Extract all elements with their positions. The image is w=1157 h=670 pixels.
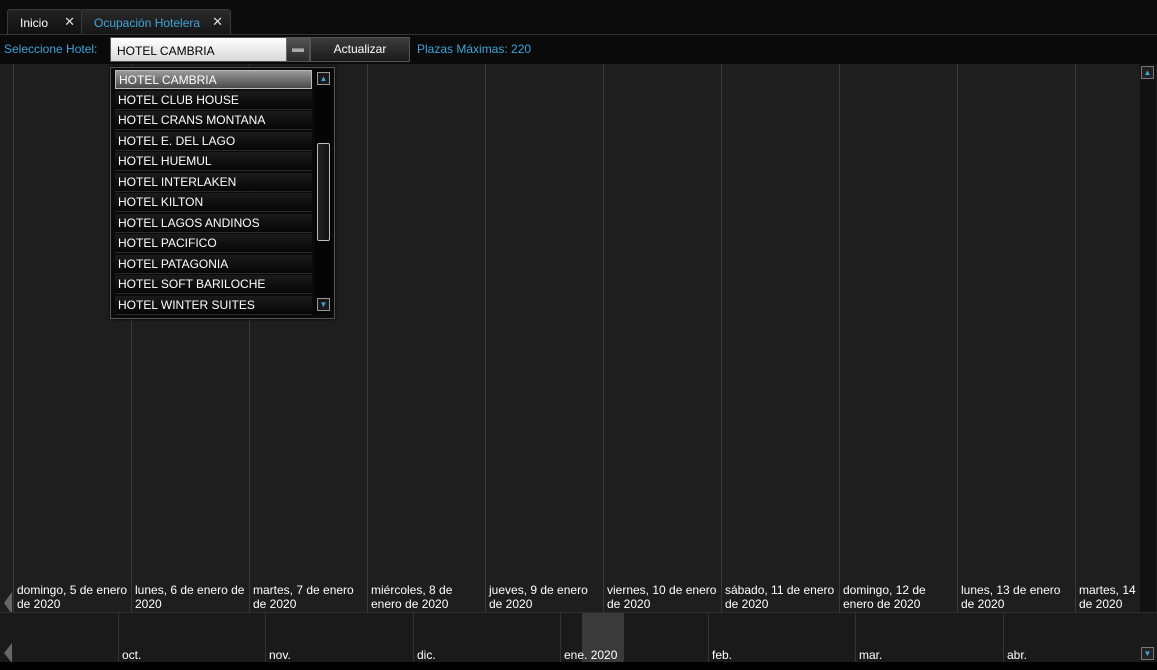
dropdown-scrollbar[interactable]: ▲ ▼ [315,70,332,314]
dropdown-item[interactable]: HOTEL LAGOS ANDINOS [115,214,312,233]
hotel-combobox[interactable]: HOTEL CAMBRIA ▬ [110,37,310,62]
day-label: sábado, 11 de enero de 2020 [725,583,835,611]
dropdown-item[interactable]: HOTEL CAMBRIA [115,70,312,89]
dropdown-item[interactable]: HOTEL PATAGONIA [115,255,312,274]
month-label: abr. [1007,648,1028,662]
tab-inicio-label: Inicio [20,16,49,30]
column-divider [721,64,722,612]
toolbar: Seleccione Hotel: HOTEL CAMBRIA ▬ Actual… [0,34,1157,65]
month-label: dic. [417,648,436,662]
month-divider [413,613,414,663]
tab-ocupacion-label: Ocupación Hotelera [94,16,201,30]
month-divider [708,613,709,663]
dropdown-item[interactable]: HOTEL CLUB HOUSE [115,91,312,110]
column-divider [367,64,368,612]
day-label: lunes, 6 de enero de 2020 [135,583,245,611]
day-label: jueves, 9 de enero de 2020 [489,583,588,611]
tab-bar: Inicio ✕ Ocupación Hotelera ✕ [0,0,1157,34]
scroll-down-icon[interactable]: ▼ [1141,647,1154,660]
day-label: viernes, 10 de enero de 2020 [607,583,717,611]
close-icon[interactable]: ✕ [212,14,223,30]
dropdown-item[interactable]: HOTEL INTERLAKEN [115,173,312,192]
scroll-up-icon[interactable]: ▲ [317,72,330,85]
month-divider [118,613,119,663]
combobox-toggle-button[interactable]: ▬ [286,38,309,61]
month-label: ene. 2020 [564,648,618,662]
plazas-value: 220 [511,42,532,56]
scroll-up-icon[interactable]: ▲ [1141,66,1154,79]
tab-ocupacion-hotelera[interactable]: Ocupación Hotelera ✕ [81,9,231,34]
month-divider [265,613,266,663]
day-label: domingo, 5 de enero de 2020 [17,583,128,611]
dropdown-item[interactable]: HOTEL E. DEL LAGO [115,132,312,151]
plazas-maximas: Plazas Máximas: 220 [417,42,531,56]
column-divider [1075,64,1076,612]
refresh-button[interactable]: Actualizar [310,37,410,62]
month-divider [855,613,856,663]
month-label: mar. [859,648,883,662]
column-divider [485,64,486,612]
month-divider [1003,613,1004,663]
day-label: martes, 14 de 2020 [1079,583,1136,611]
vertical-scrollbar[interactable]: ▲ [1140,64,1156,612]
day-label: lunes, 13 de enero de 2020 [961,583,1061,611]
column-divider [957,64,958,612]
month-label: nov. [269,648,291,662]
plazas-label: Plazas Máximas: [417,42,508,56]
scroll-down-icon[interactable]: ▼ [317,298,330,311]
dropdown-item[interactable]: HOTEL WINTER SUITES [115,296,312,315]
scroll-left-arrow-icon[interactable] [3,592,13,614]
dropdown-item[interactable]: HOTEL CRANS MONTANA [115,111,312,130]
close-icon[interactable]: ✕ [64,14,75,30]
day-label: domingo, 12 de enero de 2020 [843,583,926,611]
hotel-dropdown-list[interactable]: HOTEL CAMBRIA HOTEL CLUB HOUSE HOTEL CRA… [110,67,335,319]
dropdown-item[interactable]: HOTEL HUEMUL [115,152,312,171]
timeline-navigator[interactable]: oct. nov. dic. ene. 2020 feb. mar. abr. … [0,612,1157,663]
scrollbar-thumb[interactable] [317,143,330,241]
hotel-select-label: Seleccione Hotel: [4,42,98,56]
day-label: martes, 7 de enero de 2020 [253,583,354,611]
tab-inicio[interactable]: Inicio ✕ [7,9,83,34]
scroll-left-arrow-icon[interactable] [3,643,13,663]
dropdown-item[interactable]: HOTEL KILTON [115,193,312,212]
month-label: oct. [122,648,142,662]
month-divider [560,613,561,663]
chevron-down-icon: ▬ [292,41,304,55]
hotel-combobox-value: HOTEL CAMBRIA [117,44,215,58]
dropdown-item[interactable]: HOTEL SOFT BARILOCHE [115,275,312,294]
column-divider [839,64,840,612]
day-label: miércoles, 8 de enero de 2020 [371,583,453,611]
column-divider [13,64,14,612]
dropdown-item[interactable]: HOTEL PACIFICO [115,234,312,253]
column-divider [603,64,604,612]
bottom-strip [0,662,1157,670]
month-label: feb. [712,648,733,662]
